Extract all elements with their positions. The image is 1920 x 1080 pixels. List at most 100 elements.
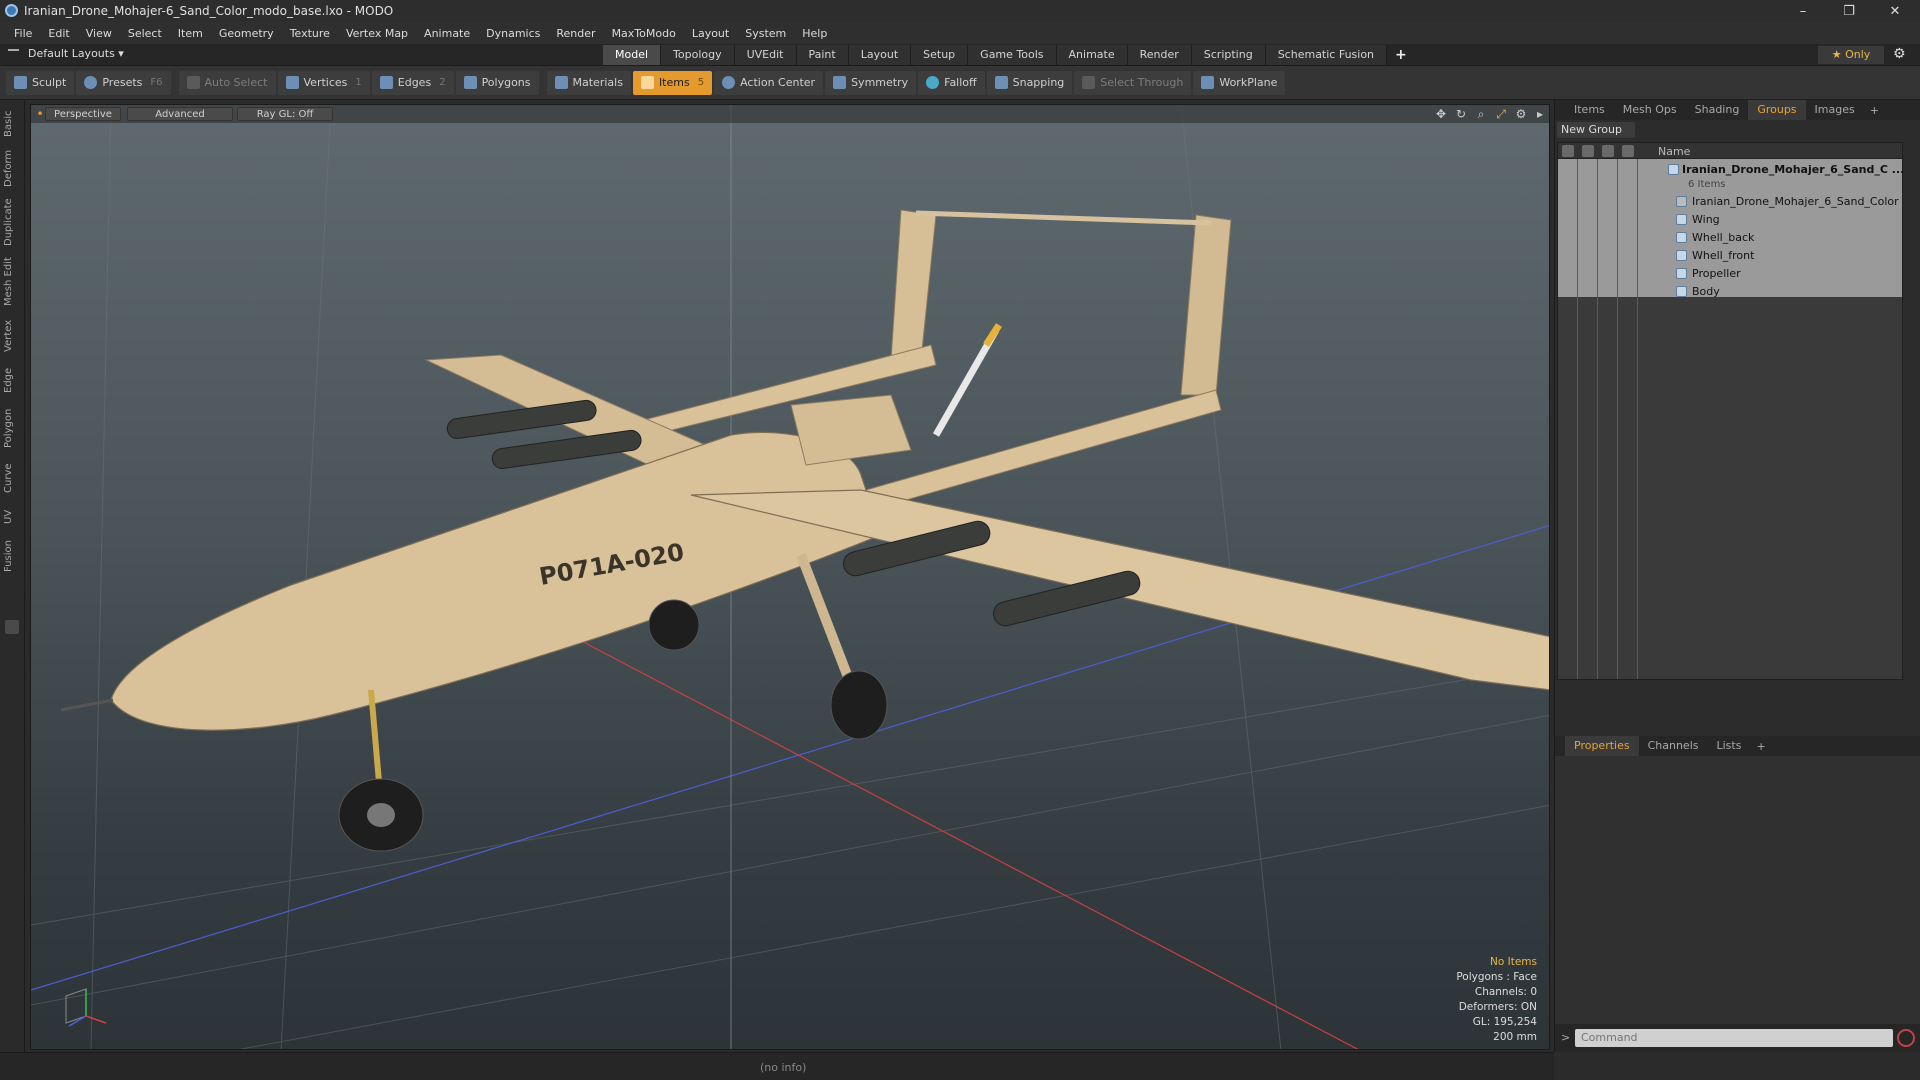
only-toggle[interactable]: ★ Only — [1818, 46, 1884, 64]
tab-paint[interactable]: Paint — [796, 45, 849, 65]
menu-item[interactable]: Item — [170, 27, 211, 40]
polygons-button[interactable]: Polygons — [455, 70, 539, 95]
falloff-button[interactable]: Falloff — [918, 70, 985, 95]
eye-icon[interactable] — [1562, 145, 1574, 157]
menu-render[interactable]: Render — [548, 27, 603, 40]
view-type-dropdown[interactable]: Perspective — [45, 107, 121, 121]
materials-label: Materials — [572, 76, 623, 89]
left-tab-basic[interactable]: Basic — [3, 106, 21, 142]
tab-setup[interactable]: Setup — [911, 45, 969, 65]
left-panel-toggle[interactable] — [5, 620, 19, 634]
tab-game-tools[interactable]: Game Tools — [968, 45, 1057, 65]
group-row[interactable]: Iranian_Drone_Mohajer_6_Sand_C ... 6 Ite… — [1558, 161, 1904, 191]
edges-button[interactable]: Edges 2 — [371, 70, 454, 95]
workplane-button[interactable]: WorkPlane — [1193, 70, 1286, 95]
left-tab-mesh-edit[interactable]: Mesh Edit — [3, 254, 21, 310]
add-panel-tab[interactable]: + — [1864, 104, 1885, 117]
tab-groups[interactable]: Groups — [1748, 100, 1806, 120]
menu-help[interactable]: Help — [794, 27, 835, 40]
tab-shading[interactable]: Shading — [1686, 100, 1749, 120]
menu-texture[interactable]: Texture — [282, 27, 338, 40]
fit-view-icon[interactable]: ⤢ — [1494, 107, 1508, 121]
menu-geometry[interactable]: Geometry — [211, 27, 282, 40]
tab-layout[interactable]: Layout — [848, 45, 912, 65]
snapping-button[interactable]: Snapping — [986, 70, 1073, 95]
add-properties-tab[interactable]: + — [1750, 740, 1771, 753]
left-tab-curve[interactable]: Curve — [3, 458, 21, 498]
add-tab-button[interactable]: + — [1387, 45, 1415, 65]
vertices-button[interactable]: Vertices 1 — [277, 70, 370, 95]
left-tab-polygon[interactable]: Polygon — [3, 404, 21, 452]
tree-item-wing[interactable]: Wing — [1558, 211, 1902, 229]
render-icon[interactable] — [1582, 145, 1594, 157]
menu-select[interactable]: Select — [120, 27, 170, 40]
left-tab-duplicate[interactable]: Duplicate — [3, 196, 21, 248]
left-tab-edge[interactable]: Edge — [3, 362, 21, 398]
menu-system[interactable]: System — [737, 27, 794, 40]
tab-mesh-ops[interactable]: Mesh Ops — [1614, 100, 1686, 120]
tab-render[interactable]: Render — [1127, 45, 1192, 65]
menu-layout[interactable]: Layout — [684, 27, 737, 40]
mesh-icon — [1676, 196, 1687, 207]
left-tab-uv[interactable]: UV — [3, 504, 21, 530]
menu-view[interactable]: View — [78, 27, 120, 40]
raygl-dropdown[interactable]: Ray GL: Off — [237, 107, 333, 121]
close-button[interactable]: ✕ — [1872, 0, 1918, 22]
tab-lists[interactable]: Lists — [1708, 736, 1751, 756]
tree-item-propeller[interactable]: Propeller — [1558, 265, 1902, 283]
pan-icon[interactable]: ✥ — [1434, 107, 1448, 121]
symmetry-button[interactable]: Symmetry — [825, 70, 917, 95]
tab-animate[interactable]: Animate — [1056, 45, 1128, 65]
presets-button[interactable]: Presets F6 — [76, 70, 171, 95]
left-tab-fusion[interactable]: Fusion — [3, 536, 21, 576]
zoom-icon[interactable]: ⌕ — [1474, 107, 1488, 121]
layout-collapse-icon[interactable] — [8, 49, 19, 60]
tree-item-whell-front[interactable]: Whell_front — [1558, 247, 1902, 265]
left-tab-deform[interactable]: Deform — [3, 146, 21, 190]
auto-select-button[interactable]: Auto Select — [178, 70, 276, 95]
tree-item-whell-back[interactable]: Whell_back — [1558, 229, 1902, 247]
tab-channels[interactable]: Channels — [1639, 736, 1708, 756]
menu-animate[interactable]: Animate — [416, 27, 478, 40]
tree-item-mesh[interactable]: Iranian_Drone_Mohajer_6_Sand_Color — [1558, 193, 1902, 211]
layout-selector[interactable]: Default Layouts ▾ — [28, 47, 124, 60]
tab-items[interactable]: Items — [1565, 100, 1614, 120]
select-through-button[interactable]: Select Through — [1074, 70, 1192, 95]
materials-button[interactable]: Materials — [546, 70, 631, 95]
items-button[interactable]: Items 5 — [632, 70, 713, 95]
info-scale: 200 mm — [1493, 1031, 1537, 1043]
select-icon[interactable] — [1622, 145, 1634, 157]
tree-item-body[interactable]: Body — [1558, 283, 1902, 301]
minimize-button[interactable]: – — [1780, 0, 1826, 22]
tab-properties[interactable]: Properties — [1565, 736, 1639, 756]
tab-schematic-fusion[interactable]: Schematic Fusion — [1265, 45, 1388, 65]
tab-topology[interactable]: Topology — [661, 45, 735, 65]
menu-file[interactable]: File — [6, 27, 40, 40]
command-input[interactable] — [1575, 1029, 1893, 1047]
new-group-button[interactable]: New Group — [1557, 122, 1635, 138]
tab-model[interactable]: Model — [603, 45, 662, 65]
tab-scripting[interactable]: Scripting — [1191, 45, 1266, 65]
rotate-icon[interactable]: ↻ — [1454, 107, 1468, 121]
lock-icon[interactable] — [1602, 145, 1614, 157]
group-icon — [1668, 164, 1679, 175]
command-stop-icon[interactable] — [1897, 1029, 1915, 1047]
viewport-scene[interactable]: P071A-020 — [31, 105, 1550, 1050]
drone-model[interactable]: P071A-020 — [60, 209, 1550, 852]
viewport-gear-icon[interactable]: ⚙ — [1514, 107, 1528, 121]
menu-maxtomodo[interactable]: MaxToModo — [604, 27, 684, 40]
gear-icon[interactable]: ⚙ — [1893, 46, 1906, 62]
tab-uvedit[interactable]: UVEdit — [734, 45, 797, 65]
restore-button[interactable]: ❐ — [1826, 0, 1872, 22]
symmetry-label: Symmetry — [851, 76, 909, 89]
viewport-expand-icon[interactable]: ▸ — [1533, 107, 1547, 121]
menu-edit[interactable]: Edit — [40, 27, 77, 40]
sculpt-button[interactable]: Sculpt — [6, 70, 75, 95]
shading-dropdown[interactable]: Advanced — [127, 107, 233, 121]
3d-viewport[interactable]: P071A-020 • Perspective Advanced Ray GL: — [30, 104, 1550, 1050]
left-tab-vertex[interactable]: Vertex — [3, 316, 21, 356]
menu-dynamics[interactable]: Dynamics — [478, 27, 548, 40]
menu-vertex-map[interactable]: Vertex Map — [338, 27, 416, 40]
action-center-button[interactable]: Action Center — [714, 70, 824, 95]
tab-images[interactable]: Images — [1806, 100, 1864, 120]
